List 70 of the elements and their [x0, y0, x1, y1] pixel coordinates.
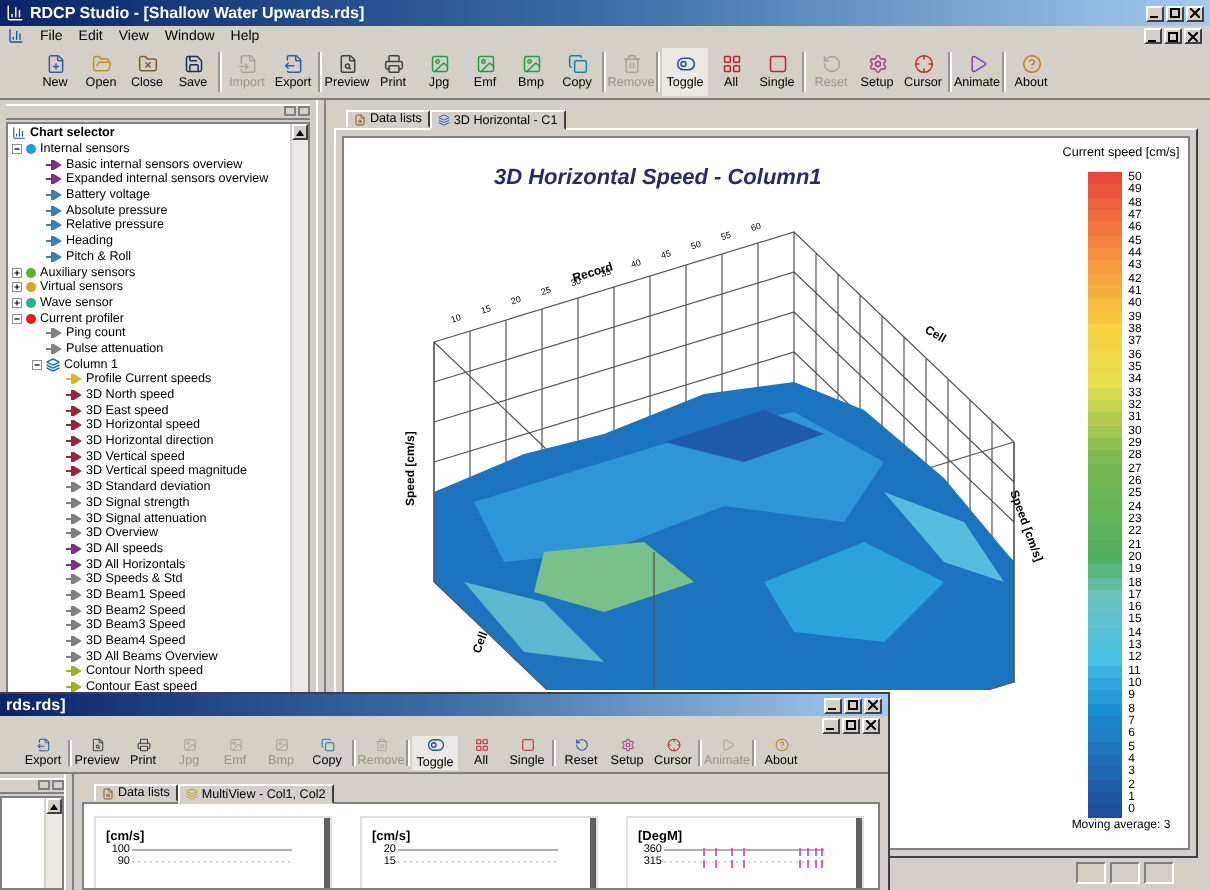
expand-icon[interactable]: [12, 282, 22, 293]
image-icon: [179, 738, 199, 752]
printer-icon: [383, 54, 403, 74]
folder-x-icon: [137, 54, 157, 74]
square-icon: [767, 54, 787, 74]
close-icon: [1190, 8, 1200, 18]
toggle-icon: [425, 736, 445, 754]
status-panel: [1076, 862, 1106, 884]
scroll-up-button[interactable]: [292, 124, 308, 140]
expand-icon[interactable]: [12, 297, 22, 308]
file-plus-icon: [45, 54, 65, 74]
file-search-icon: [354, 113, 366, 125]
image-icon: [271, 738, 291, 752]
close-icon: [866, 720, 876, 730]
file-export-icon: [283, 54, 303, 74]
file-search-icon: [87, 738, 107, 752]
crosshair-icon: [913, 54, 933, 74]
window-title: RDCP Studio - [Shallow Water Upwards.rds]: [30, 4, 367, 22]
toggle-icon: [675, 54, 695, 74]
collapse-icon[interactable]: [12, 313, 22, 324]
minimize-button[interactable]: [824, 697, 842, 713]
settings-icon: [617, 738, 637, 752]
close-icon: [1188, 31, 1198, 41]
printer-icon: [133, 738, 153, 752]
pin-button[interactable]: [38, 780, 50, 790]
minimize-button[interactable]: [822, 717, 840, 733]
copy-icon: [317, 738, 337, 752]
file-search-icon: [337, 54, 357, 74]
settings-icon: [867, 54, 887, 74]
grid-icon: [721, 54, 741, 74]
copy-icon: [567, 54, 587, 74]
layers-icon: [437, 114, 450, 126]
save-icon: [183, 54, 203, 74]
collapse-icon[interactable]: [12, 144, 22, 155]
grid-icon: [471, 738, 491, 752]
trash-icon: [371, 738, 391, 752]
folder-icon: [91, 54, 111, 74]
help-icon: [1021, 54, 1041, 74]
scroll-up-button[interactable]: [46, 798, 62, 814]
help-icon: [771, 738, 791, 752]
square-icon: [517, 738, 537, 752]
close-icon: [868, 700, 878, 710]
image-icon: [521, 54, 541, 74]
minimize-button[interactable]: [1146, 5, 1164, 21]
chart-title: 3D Horizontal Speed - Column1: [494, 166, 824, 190]
file-export-icon: [33, 738, 53, 752]
expand-icon[interactable]: [12, 267, 22, 278]
layers-icon: [185, 788, 198, 800]
file-search-icon: [102, 787, 114, 799]
pin-button[interactable]: [284, 106, 296, 116]
undo-icon: [571, 738, 591, 752]
maximize-icon: [1168, 31, 1178, 41]
status-panel: [1110, 862, 1140, 884]
window-title: rds.rds]: [6, 696, 68, 714]
chart-icon: [12, 126, 26, 141]
status-panel: [1144, 862, 1174, 884]
file-import-icon: [237, 54, 257, 74]
trash-icon: [621, 54, 641, 74]
maximize-icon: [1170, 8, 1180, 18]
app-icon: [6, 4, 24, 22]
image-icon: [475, 54, 495, 74]
undo-icon: [821, 54, 841, 74]
image-icon: [225, 738, 245, 752]
crosshair-icon: [663, 738, 683, 752]
play-icon: [717, 738, 737, 752]
minimize-button[interactable]: [1144, 28, 1162, 44]
document-icon: [8, 28, 24, 44]
image-icon: [429, 54, 449, 74]
collapse-icon[interactable]: [32, 359, 42, 370]
play-icon: [967, 54, 987, 74]
